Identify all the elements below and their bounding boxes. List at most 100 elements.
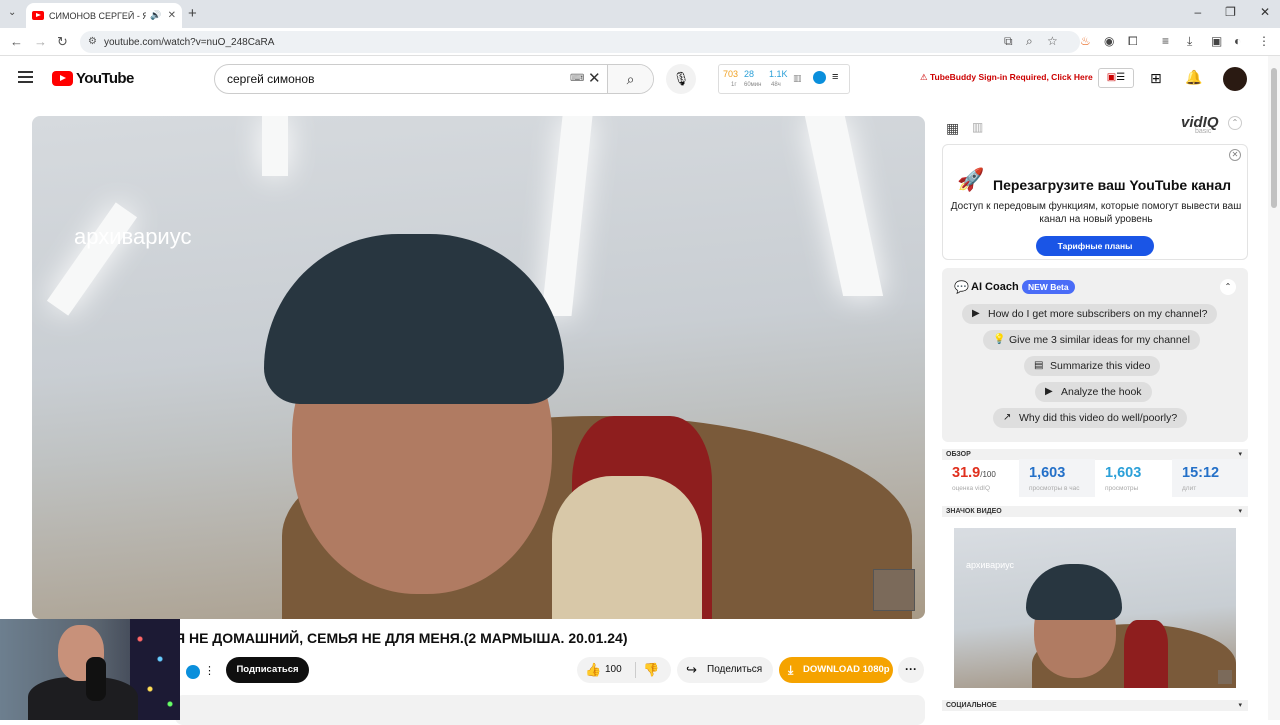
install-app-icon[interactable]: ⧉ — [1004, 34, 1013, 49]
video-title: Я НЕ ДОМАШНИЙ, СЕМЬЯ НЕ ДЛЯ МЕНЯ.(2 МАРМ… — [175, 630, 628, 646]
browser-tab-strip: ⌄ СИМОНОВ СЕРГЕЙ - Я НЕ 🔊 ✕ + – ❐ ✕ — [0, 0, 1280, 28]
download-icon[interactable]: ⤓ — [1187, 34, 1192, 49]
page-scrollbar[interactable] — [1268, 56, 1280, 720]
bookmark-star-icon[interactable]: ☆ — [1047, 34, 1058, 48]
trend-chart-icon: ↗ — [1003, 412, 1012, 423]
pricing-plans-button[interactable]: Тарифные планы — [1036, 236, 1154, 256]
collapse-icon[interactable]: ⌃ — [1228, 116, 1242, 130]
keyboard-icon[interactable]: ⌨ — [570, 73, 584, 84]
close-tab-icon[interactable]: ✕ — [168, 10, 176, 21]
subscribe-button[interactable]: Подписаться — [226, 657, 309, 683]
ai-coach-panel: 💬 AI Coach NEW Beta ⌃ ▶ How do I get mor… — [942, 268, 1248, 442]
description-box[interactable] — [175, 695, 925, 725]
expand-icon: ▾ — [1238, 508, 1242, 515]
microphone — [86, 657, 106, 701]
youtube-favicon-icon — [32, 11, 44, 20]
tubebuddy-notice[interactable]: ⚠ TubeBuddy Sign-in Required, Click Here — [920, 72, 1093, 83]
reload-icon[interactable]: ↻ — [57, 34, 68, 50]
youtube-icon: ▶ — [972, 308, 980, 319]
extension-logo-icon[interactable] — [813, 71, 826, 84]
forward-arrow-icon[interactable]: → — [34, 34, 47, 49]
collapse-chevron-icon[interactable]: ⌃ — [1220, 279, 1236, 295]
extension-fire-icon[interactable]: ♨ — [1080, 34, 1091, 48]
clear-search-icon[interactable]: ✕ — [588, 69, 601, 87]
site-info-icon[interactable]: ⚙ — [88, 36, 97, 47]
url-text: youtube.com/watch?v=nuO_248CaRA — [104, 36, 275, 48]
channel-watermark-icon[interactable] — [873, 569, 915, 611]
avatar[interactable] — [1223, 67, 1247, 91]
chart-icon[interactable]: ▥ — [793, 73, 802, 84]
video-player[interactable]: архивариус — [32, 116, 925, 619]
dislike-thumb-icon[interactable]: 👎 — [643, 662, 659, 678]
stats-menu-icon[interactable]: ≡ — [832, 71, 838, 83]
promo-title: Перезагрузите ваш YouTube канал — [993, 177, 1232, 193]
ceiling-light — [804, 116, 884, 296]
back-arrow-icon[interactable]: ← — [10, 34, 23, 49]
channel-more-icon[interactable]: ⋮ — [204, 664, 215, 677]
browser-menu-icon[interactable]: ⋮ — [1258, 34, 1270, 48]
stat-label: 60мин — [744, 82, 762, 88]
share-button[interactable]: ↪ Поделиться — [677, 657, 773, 683]
thumbnail-watermark: архивариус — [966, 560, 1015, 570]
zoom-icon[interactable]: ⌕ — [1026, 34, 1033, 49]
promo-text: Доступ к передовым функциям, которые пом… — [950, 201, 1242, 225]
coach-prompt-ideas[interactable]: 💡 Give me 3 similar ideas for my channel — [983, 330, 1200, 350]
close-window-button[interactable]: ✕ — [1260, 5, 1270, 19]
stat-label: 48ч — [771, 82, 781, 88]
new-beta-badge: NEW Beta — [1022, 280, 1075, 294]
coach-prompt-subscribers[interactable]: ▶ How do I get more subscribers on my ch… — [962, 304, 1218, 324]
coach-prompt-hook[interactable]: ▶ Analyze the hook — [1035, 382, 1152, 402]
youtube-logo[interactable]: YouTube — [52, 70, 134, 87]
extension-icon[interactable]: ◉ — [1104, 34, 1114, 48]
stats-widget[interactable]: 703 1г 28 60мин 1.1K 48ч ▥ ≡ — [718, 64, 850, 94]
jacket-lining — [1124, 620, 1168, 688]
channel-watermark-icon — [1218, 670, 1232, 684]
video-duration: 15:12 длит — [1172, 459, 1248, 497]
like-count[interactable]: 100 — [605, 664, 622, 675]
social-section-header[interactable]: СОЦИАЛЬНОЕ ▾ — [942, 700, 1248, 711]
browser-toolbar: ← → ↻ ⚙ youtube.com/watch?v=nuO_248CaRA … — [0, 28, 1280, 56]
video-watermark: архивариус — [74, 224, 192, 249]
divider — [635, 662, 636, 678]
create-video-icon[interactable]: ⊞ — [1150, 70, 1162, 87]
new-tab-button[interactable]: + — [188, 5, 197, 22]
notifications-bell-icon[interactable]: 🔔 — [1185, 69, 1202, 86]
search-input[interactable]: сергей симонов ⌨ ✕ ⌕ — [214, 64, 654, 94]
stat-label: 1г — [731, 82, 737, 88]
vidiq-score: 31.9/100 оценка vidIQ — [952, 465, 996, 492]
like-thumb-icon[interactable]: 👍 — [585, 662, 601, 678]
channel-extension-icon[interactable] — [186, 665, 200, 679]
speaker-icon[interactable]: 🔊 — [150, 10, 161, 21]
vidiq-plan: basic — [1195, 128, 1212, 135]
menu-hamburger-icon[interactable] — [18, 71, 33, 83]
coach-prompt-performance[interactable]: ↗ Why did this video do well/poorly? — [993, 408, 1188, 428]
browser-tab[interactable]: СИМОНОВ СЕРГЕЙ - Я НЕ 🔊 ✕ — [26, 3, 182, 28]
tubebuddy-icon[interactable]: ▣☰ — [1098, 68, 1134, 88]
rocket-icon: 🚀 — [957, 167, 985, 192]
address-bar[interactable]: ⚙ youtube.com/watch?v=nuO_248CaRA — [80, 31, 1080, 53]
restore-button[interactable]: ❐ — [1225, 5, 1236, 19]
overview-stats: 31.9/100 оценка vidIQ 1,603 просмотры в … — [942, 459, 1248, 497]
stat-value: 28 — [744, 69, 755, 79]
search-button[interactable]: ⌕ — [607, 65, 653, 93]
webcam-overlay — [0, 619, 180, 720]
profile-icon[interactable]: ◐ — [1234, 34, 1241, 48]
side-panel-icon[interactable]: ▣ — [1211, 34, 1222, 48]
window-controls: – ❐ ✕ — [1194, 5, 1270, 19]
voice-search-icon[interactable]: 🎙 — [666, 64, 696, 94]
lightbulb-icon: 💡 — [993, 334, 1006, 345]
coach-prompt-summarize[interactable]: ▤ Summarize this video — [1024, 356, 1161, 376]
reading-list-icon[interactable]: ≡ — [1162, 34, 1169, 48]
video-thumbnail[interactable]: архивариус — [954, 528, 1236, 688]
scrollbar-thumb[interactable] — [1271, 68, 1277, 208]
thumbnail-section-header[interactable]: ЗНАЧОК ВИДЕО ▾ — [942, 506, 1248, 517]
extensions-puzzle-icon[interactable]: ⧠ — [1128, 34, 1138, 49]
download-button[interactable]: ⤓ DOWNLOAD 1080p — [779, 657, 893, 683]
grid-view-icon[interactable]: ▦ — [946, 120, 959, 137]
tab-search-icon[interactable]: ⌄ — [8, 7, 16, 18]
more-actions-button[interactable]: ··· — [898, 657, 924, 683]
close-icon[interactable]: ✕ — [1229, 149, 1241, 161]
minimize-button[interactable]: – — [1194, 5, 1201, 19]
ai-coach-title: AI Coach — [971, 281, 1019, 293]
stats-view-icon[interactable]: ▥ — [972, 120, 983, 134]
